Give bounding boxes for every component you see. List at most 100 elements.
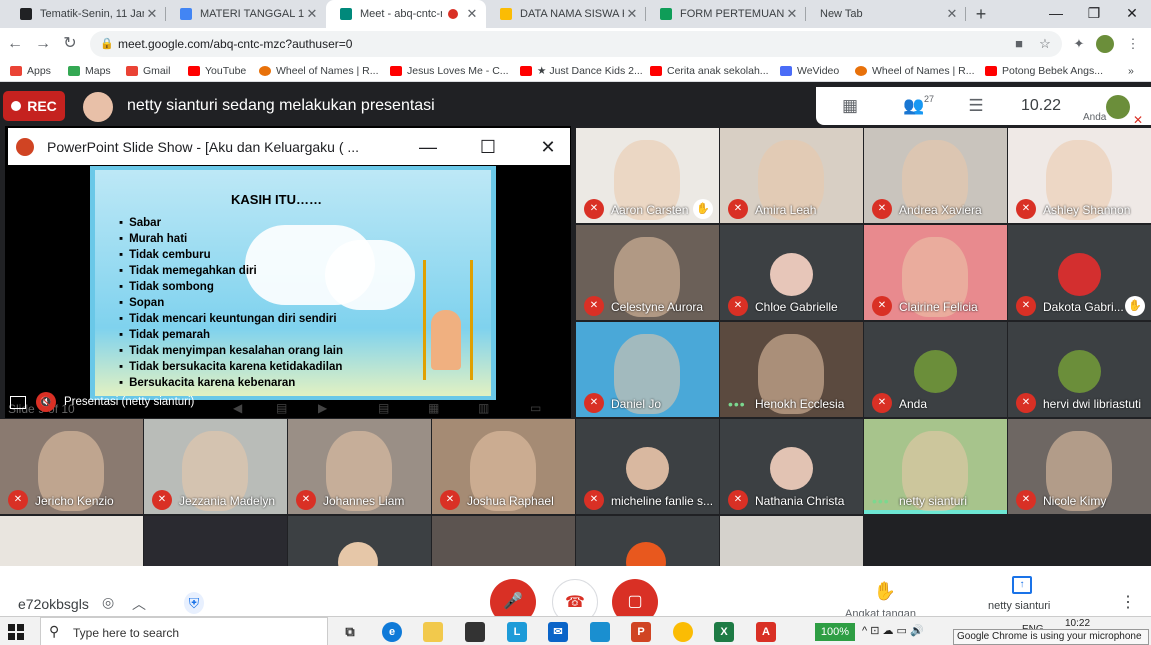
participant-tile[interactable]: ✕ Chloe Gabrielle: [720, 225, 863, 320]
mic-off-icon: ✕: [296, 490, 316, 510]
windows-start-icon[interactable]: [8, 624, 24, 640]
more-options-icon[interactable]: ⋮: [1120, 592, 1136, 612]
slide-bullets: Sabar Murah hati Tidak cemburu Tidak mem…: [119, 215, 429, 391]
participant-tile[interactable]: ✕ Joshua Raphael: [432, 419, 575, 514]
tab-meet[interactable]: Meet - abq-cntc-m ✕: [326, 0, 486, 28]
bookmark-apps[interactable]: Apps: [10, 63, 51, 79]
close-icon[interactable]: ✕: [944, 6, 960, 22]
app-icon[interactable]: [590, 622, 610, 642]
participant-tile[interactable]: ✕ Amira Leah: [720, 128, 863, 223]
participant-tile[interactable]: ✕ Aaron Carsten ✋: [576, 128, 719, 223]
bookmark-wheel-2[interactable]: Wheel of Names | R...: [855, 63, 975, 79]
participant-tile[interactable]: ••• netty sianturi: [864, 419, 1007, 514]
back-icon[interactable]: ←: [4, 34, 26, 54]
mail-icon[interactable]: ✉: [548, 622, 568, 642]
close-icon[interactable]: ✕: [464, 6, 480, 22]
app-l-icon[interactable]: L: [507, 622, 527, 642]
chrome-icon[interactable]: [673, 622, 693, 642]
participant-name: Anda: [899, 397, 928, 411]
raise-hand-icon[interactable]: ✋: [871, 581, 899, 605]
participant-tile[interactable]: ✕ Ashley Shannon: [1008, 128, 1151, 223]
extensions-icon[interactable]: ✦: [1070, 35, 1088, 53]
bookmark-wevideo[interactable]: WeVideo: [780, 63, 839, 79]
close-window-button[interactable]: ✕: [1110, 0, 1151, 28]
participant-name: hervi dwi libriastuti: [1043, 397, 1142, 411]
present-icon[interactable]: ↑: [1012, 576, 1032, 594]
bookmark-gmail[interactable]: Gmail: [126, 63, 170, 79]
forward-icon[interactable]: →: [32, 34, 54, 54]
participant-name: Aaron Carsten: [611, 203, 689, 217]
meeting-time: 10.22: [1021, 97, 1062, 114]
search-icon: ⚲: [49, 623, 60, 639]
menu-icon[interactable]: ⋮: [1124, 35, 1142, 53]
close-icon[interactable]: ✕: [624, 6, 640, 22]
bullet: Bersukacita karena kebenaran: [119, 375, 429, 391]
grid-icon[interactable]: ▦: [838, 95, 862, 117]
tray-icons[interactable]: ^ ⊡ ☁ ▭ 🔊: [862, 624, 924, 637]
chat-icon[interactable]: ☰: [964, 95, 988, 117]
bullet: Tidak mencari keuntungan diri sendiri: [119, 311, 429, 327]
bookmarks-more[interactable]: »: [1128, 63, 1134, 79]
participant-tile[interactable]: ✕ Andrea Xaviera: [864, 128, 1007, 223]
taskbar-search[interactable]: ⚲ Type here to search: [40, 617, 328, 645]
new-tab-button[interactable]: +: [970, 4, 992, 24]
reload-icon[interactable]: ↻: [59, 34, 81, 54]
mic-off-icon: ✕: [584, 199, 604, 219]
excel-icon[interactable]: X: [714, 622, 734, 642]
mic-off-icon: ✕: [872, 199, 892, 219]
profile-avatar[interactable]: [1096, 35, 1114, 53]
tab-data-nama[interactable]: DATA NAMA SISWA KE ✕: [486, 0, 646, 28]
acrobat-icon[interactable]: A: [756, 622, 776, 642]
rec-badge[interactable]: REC: [3, 91, 65, 121]
bookmark-just-dance[interactable]: ★ Just Dance Kids 2...: [520, 63, 643, 79]
bookmark-jesus[interactable]: Jesus Loves Me - C...: [390, 63, 509, 79]
close-icon[interactable]: ✕: [144, 6, 160, 22]
file-explorer-icon[interactable]: [423, 622, 443, 642]
presentation-tile[interactable]: PowerPoint Slide Show - [Aku dan Keluarg…: [5, 126, 571, 418]
bookmark-potong[interactable]: Potong Bebek Angs...: [985, 63, 1103, 79]
bookmark-youtube[interactable]: YouTube: [188, 63, 246, 79]
participant-tile[interactable]: ✕ Johannes Liam: [288, 419, 431, 514]
tab-new[interactable]: New Tab ✕: [806, 0, 966, 28]
tab-materi[interactable]: MATERI TANGGAL 11 JA ✕: [166, 0, 326, 28]
chevron-up-icon[interactable]: ︿: [132, 594, 146, 614]
address-bar[interactable]: 🔒 meet.google.com/abq-cntc-mzc?authuser=…: [90, 31, 1062, 57]
tab-tematik[interactable]: Tematik-Senin, 11 Janu ✕: [6, 0, 166, 28]
participant-tile[interactable]: ✕ Jezzania Madelyn: [144, 419, 287, 514]
tab-form[interactable]: FORM PERTEMUAN OR ✕: [646, 0, 806, 28]
people-icon[interactable]: 👥: [902, 95, 926, 117]
edge-icon[interactable]: e: [382, 622, 402, 642]
shield-icon[interactable]: ⛨: [184, 592, 204, 614]
participant-name: Jezzania Madelyn: [179, 494, 276, 508]
participant-tile[interactable]: ✕ Daniel Jo: [576, 322, 719, 417]
bullet: Sopan: [119, 295, 429, 311]
powerpoint-taskbar-icon[interactable]: P: [631, 622, 651, 642]
captions-icon[interactable]: ◎: [102, 594, 114, 611]
close-icon[interactable]: ✕: [304, 6, 320, 22]
bookmark-wheel[interactable]: Wheel of Names | R...: [259, 63, 379, 79]
bookmark-cerita[interactable]: Cerita anak sekolah...: [650, 63, 769, 79]
participant-tile[interactable]: ✕ Anda: [864, 322, 1007, 417]
task-view-icon[interactable]: ⧉: [340, 622, 360, 642]
tile-partial: [144, 516, 287, 566]
participant-tile[interactable]: ✕ Nathania Christa: [720, 419, 863, 514]
participant-name: Clairine Felicia: [899, 300, 978, 314]
participant-tile[interactable]: ✕ micheline fanlie s...: [576, 419, 719, 514]
bookmark-maps[interactable]: Maps: [68, 63, 111, 79]
close-icon[interactable]: ✕: [784, 6, 800, 22]
child-illustration: [431, 310, 461, 370]
participant-tile[interactable]: ••• Henokh Ecclesia: [720, 322, 863, 417]
participant-tile[interactable]: ✕ Celestyne Aurora: [576, 225, 719, 320]
speaking-indicator-icon: •••: [872, 493, 890, 509]
participant-tile[interactable]: ✕ Clairine Felicia: [864, 225, 1007, 320]
tile-partial: [0, 516, 143, 566]
avatar: [626, 447, 669, 490]
camera-icon[interactable]: ■: [1010, 35, 1028, 53]
star-icon[interactable]: ☆: [1036, 35, 1054, 53]
store-icon[interactable]: [465, 622, 485, 642]
participant-tile[interactable]: ✕ Dakota Gabri... ✋: [1008, 225, 1151, 320]
participant-tile[interactable]: ✕ Nicole Kimy: [1008, 419, 1151, 514]
participant-tile[interactable]: ✕ Jericho Kenzio: [0, 419, 143, 514]
participant-tile[interactable]: ✕ hervi dwi libriastuti: [1008, 322, 1151, 417]
grid-view-icon: ▦: [428, 401, 440, 415]
